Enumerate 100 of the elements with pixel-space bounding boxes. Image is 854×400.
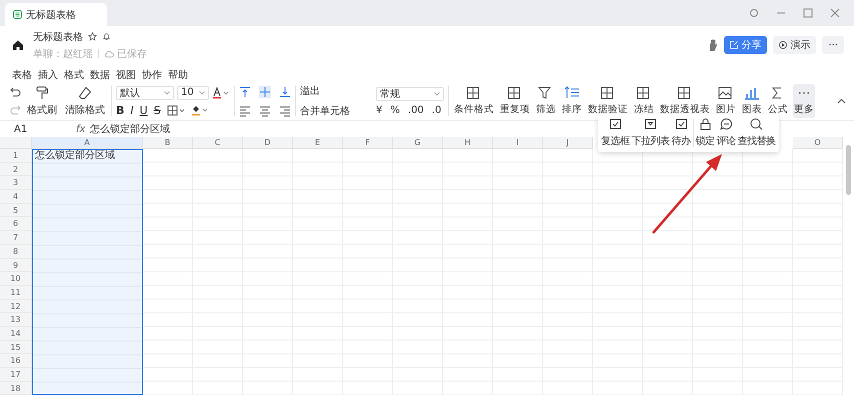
toolbar-button[interactable]: 筛选 — [535, 84, 557, 118]
document-title[interactable]: 无标题表格 — [33, 30, 83, 44]
play-icon — [779, 41, 788, 49]
toolbar-button[interactable]: 数据验证 — [587, 84, 629, 118]
row-header[interactable]: 8 — [0, 244, 32, 258]
star-icon[interactable] — [88, 32, 97, 41]
toolbar-button[interactable]: 条件格式 — [453, 84, 495, 118]
number-format-button[interactable]: ¥ — [376, 104, 382, 116]
font-size-dropdown[interactable]: 10 — [177, 86, 209, 100]
row-header[interactable]: 2 — [0, 162, 32, 176]
collapse-icon[interactable] — [837, 98, 846, 104]
number-format-dropdown[interactable]: 常规 — [376, 86, 444, 100]
undo-icon[interactable] — [10, 87, 21, 97]
align-right-icon[interactable] — [279, 104, 291, 116]
row-header[interactable]: 1 — [0, 149, 32, 163]
fx-label: fx — [76, 124, 86, 134]
toolbar-button[interactable]: 重复项 — [499, 84, 531, 118]
menu-item[interactable]: 复选框 — [601, 118, 630, 148]
text-style-toggle[interactable]: S — [154, 104, 161, 116]
border-icon[interactable] — [166, 104, 185, 116]
more-button[interactable]: ··· — [822, 36, 844, 54]
menu-item[interactable]: 数据 — [90, 68, 110, 82]
filter-icon — [538, 86, 554, 100]
toolbar-button[interactable]: 图表 — [741, 84, 763, 118]
number-format-button[interactable]: .00 — [408, 104, 424, 116]
row-header[interactable]: 3 — [0, 176, 32, 190]
row-header[interactable]: 12 — [0, 300, 32, 314]
column-header[interactable]: B — [143, 137, 193, 149]
toolbar-button[interactable]: 图片 — [715, 84, 737, 118]
row-header[interactable]: 13 — [0, 313, 32, 327]
format-brush-button[interactable]: 格式刷 — [25, 84, 59, 118]
column-header[interactable]: A — [32, 137, 143, 149]
menu-item[interactable]: 格式 — [64, 68, 84, 82]
bar-chart-icon — [744, 86, 760, 100]
present-button[interactable]: 演示 — [773, 36, 816, 54]
align-bottom-icon[interactable] — [279, 86, 291, 98]
share-button[interactable]: 分享 — [724, 36, 768, 54]
document-tab[interactable]: 无标题表格 — [5, 3, 107, 26]
row-header[interactable]: 7 — [0, 231, 32, 245]
align-center-icon[interactable] — [259, 104, 271, 116]
text-style-toggle[interactable]: I — [130, 104, 134, 116]
column-header[interactable]: G — [393, 137, 443, 149]
row-header[interactable]: 11 — [0, 286, 32, 300]
toolbar-button[interactable]: 公式 — [767, 84, 789, 118]
row-header[interactable]: 16 — [0, 354, 32, 368]
sort-icon — [564, 86, 580, 100]
font-dropdown[interactable]: 默认 — [116, 86, 174, 100]
number-format-button[interactable]: % — [390, 104, 400, 116]
menu-item[interactable]: 下拉列表 — [632, 118, 670, 148]
clear-format-button[interactable]: 清除格式 — [63, 84, 107, 118]
toolbar-button[interactable]: 数据透视表 — [659, 84, 711, 118]
column-header[interactable]: E — [293, 137, 343, 149]
column-header[interactable]: D — [243, 137, 293, 149]
menu-item[interactable]: 评论 — [716, 118, 736, 148]
merge-cells-dropdown[interactable]: 合并单元格 — [300, 104, 372, 118]
formula-input[interactable]: 怎么锁定部分区域 — [90, 122, 170, 136]
column-header[interactable]: I — [493, 137, 543, 149]
menu-item[interactable]: 协作 — [142, 68, 162, 82]
row-header[interactable]: 5 — [0, 204, 32, 218]
row-header[interactable]: 10 — [0, 272, 32, 286]
row-header[interactable]: 15 — [0, 340, 32, 354]
scrollbar[interactable] — [846, 145, 851, 195]
menu-item[interactable]: 帮助 — [168, 68, 188, 82]
toolbar-button[interactable]: 冻结 — [633, 84, 655, 118]
sheet-icon — [13, 10, 22, 19]
menu-item[interactable]: 查找替换 — [738, 118, 776, 148]
text-style-toggle[interactable]: U — [140, 104, 148, 116]
grid-icon — [600, 86, 616, 100]
menu-item[interactable]: 锁定 — [696, 118, 714, 148]
bell-icon[interactable] — [102, 32, 111, 41]
refresh-icon[interactable] — [749, 8, 759, 18]
row-header[interactable]: 6 — [0, 217, 32, 232]
close-icon[interactable] — [830, 8, 840, 18]
toolbar-button[interactable]: 更多 — [793, 84, 815, 118]
menu-item[interactable]: 待办 — [672, 118, 690, 148]
grid-icon — [636, 86, 652, 100]
align-middle-icon[interactable] — [259, 86, 271, 98]
maximize-icon[interactable] — [803, 8, 813, 18]
row-header[interactable]: 14 — [0, 326, 32, 341]
column-header[interactable]: J — [543, 137, 593, 149]
fill-color-icon[interactable] — [190, 104, 209, 116]
column-header[interactable]: F — [343, 137, 393, 149]
toolbar-button[interactable]: 排序 — [561, 84, 583, 118]
menu-item[interactable]: 插入 — [38, 68, 58, 82]
home-icon[interactable] — [12, 39, 24, 51]
column-header[interactable]: H — [443, 137, 493, 149]
row-header[interactable]: 9 — [0, 258, 32, 272]
menu-item[interactable]: 视图 — [116, 68, 136, 82]
menu-item[interactable]: 表格 — [12, 68, 32, 82]
number-format-button[interactable]: .0 — [432, 104, 442, 116]
row-header[interactable]: 17 — [0, 368, 32, 382]
column-header[interactable]: C — [193, 137, 243, 149]
align-top-icon[interactable] — [239, 86, 251, 98]
overflow-dropdown[interactable]: 溢出 — [300, 84, 372, 98]
font-color-icon[interactable] — [212, 86, 230, 98]
row-header[interactable]: 18 — [0, 382, 32, 396]
text-style-toggle[interactable]: B — [116, 104, 124, 116]
row-header[interactable]: 4 — [0, 190, 32, 204]
column-header[interactable]: O — [793, 137, 843, 149]
align-left-icon[interactable] — [239, 104, 251, 116]
